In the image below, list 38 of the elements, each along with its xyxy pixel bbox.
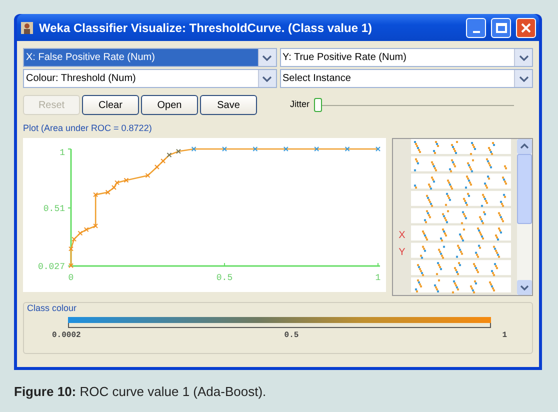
jitter-slider[interactable] (314, 98, 514, 112)
scale-label: 0.5 (284, 330, 299, 342)
minimize-button[interactable] (466, 18, 486, 38)
scrollbar[interactable] (517, 139, 532, 295)
dropdown[interactable]: X: False Positive Rate (Num) (23, 48, 276, 67)
dropdown-value: Y: True Positive Rate (Num) (282, 51, 408, 65)
dropdown[interactable]: Select Instance (280, 69, 533, 88)
dropdown-value: Select Instance (282, 72, 352, 86)
class-colour-title: Class colour (27, 303, 78, 314)
close-button[interactable] (516, 18, 536, 38)
toolbar-button[interactable]: Clear (82, 95, 139, 115)
plot-title: Plot (Area under ROC = 0.8722) (23, 123, 153, 134)
dropdown[interactable]: Y: True Positive Rate (Num) (280, 48, 533, 67)
y-tick-label: 0.027 (38, 262, 65, 272)
scroll-down-icon[interactable] (517, 280, 532, 295)
jitter-label: Jitter (290, 98, 310, 112)
dropdown-value: X: False Positive Rate (Num) (24, 49, 258, 66)
scroll-thumb[interactable] (517, 154, 532, 224)
scale-label: 1 (502, 330, 507, 342)
scroll-up-icon[interactable] (517, 139, 532, 154)
y-tick-label: 0.51 (43, 204, 65, 214)
x-tick-label: 0.5 (216, 273, 233, 283)
x-tick-label: 1 (375, 273, 381, 283)
window-title: Weka Classifier Visualize: ThresholdCurve. (Class value 1) (39, 20, 374, 36)
scale-label: 0.0002 (52, 330, 81, 342)
figure-caption: Figure 10: ROC curve value 1 (Ada-Boost). (14, 383, 268, 401)
close-icon (521, 22, 531, 32)
dropdown[interactable]: Colour: Threshold (Num) (23, 69, 276, 88)
x-tick-label: 0 (68, 273, 74, 283)
x-marker: X (398, 229, 406, 243)
y-tick-label: 1 (60, 148, 65, 158)
toolbar-button[interactable]: Save (200, 95, 257, 115)
maximize-button[interactable] (491, 18, 511, 38)
y-marker: Y (398, 246, 406, 260)
dropdown-value: Colour: Threshold (Num) (25, 72, 137, 86)
slider-thumb[interactable] (314, 98, 322, 112)
app-icon (20, 20, 34, 34)
toolbar-button[interactable]: Open (141, 95, 198, 115)
